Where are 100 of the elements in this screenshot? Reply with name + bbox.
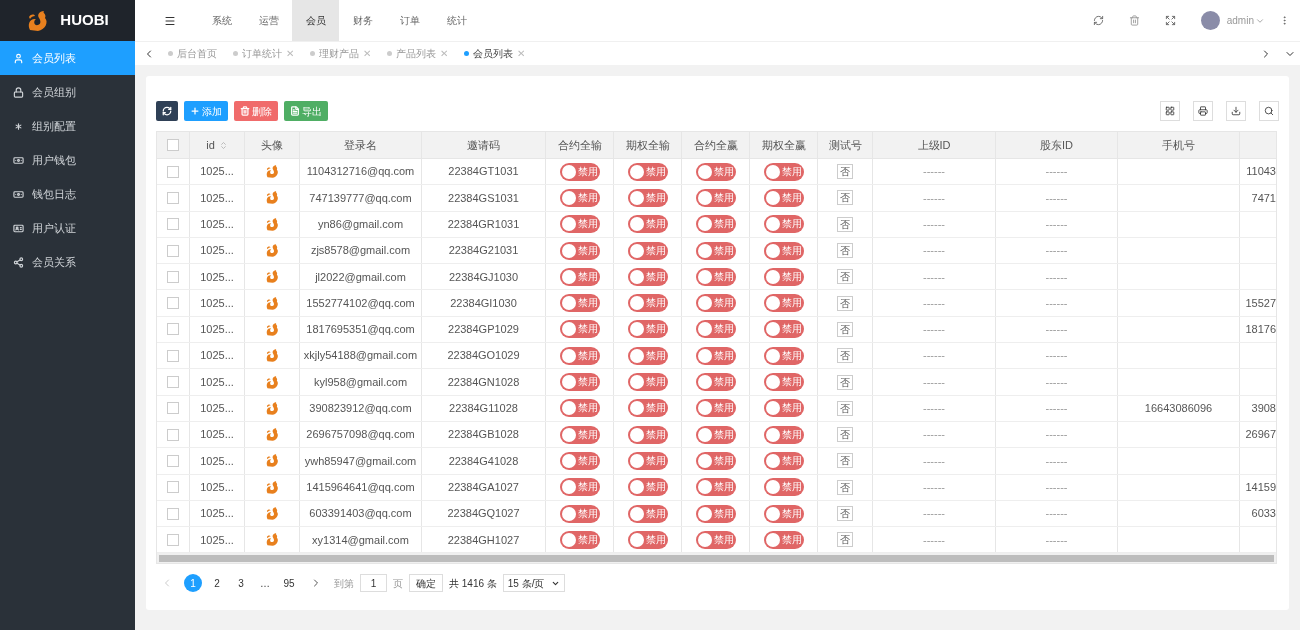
- page-tab[interactable]: 产品列表 ✕: [382, 46, 453, 61]
- toggle-switch[interactable]: 禁用: [695, 425, 736, 444]
- close-button[interactable]: ✕: [286, 46, 294, 61]
- toggle-switch[interactable]: 禁用: [695, 162, 736, 181]
- close-button[interactable]: ✕: [363, 46, 371, 61]
- toggle-switch[interactable]: 禁用: [763, 162, 804, 181]
- toggle-switch[interactable]: 禁用: [559, 294, 600, 313]
- sidebar-item[interactable]: 会员关系: [0, 245, 135, 279]
- page-number[interactable]: 1: [184, 574, 202, 593]
- fullscreen-icon[interactable]: [1164, 15, 1176, 26]
- toggle-switch[interactable]: 禁用: [627, 425, 668, 444]
- page-number[interactable]: 95: [280, 574, 298, 593]
- toggle-switch[interactable]: 禁用: [695, 294, 736, 313]
- toggle-switch[interactable]: 禁用: [627, 320, 668, 339]
- top-menu-item[interactable]: 系统: [198, 0, 245, 41]
- trash-icon[interactable]: [1128, 15, 1140, 26]
- checkbox[interactable]: [167, 323, 179, 336]
- toggle-switch[interactable]: 禁用: [627, 267, 668, 286]
- toggle-switch[interactable]: 禁用: [627, 504, 668, 523]
- toggle-switch[interactable]: 禁用: [627, 346, 668, 365]
- toggle-switch[interactable]: 禁用: [627, 215, 668, 234]
- toggle-switch[interactable]: 禁用: [695, 504, 736, 523]
- checkbox[interactable]: [167, 481, 179, 494]
- toggle-switch[interactable]: 禁用: [695, 320, 736, 339]
- toggle-switch[interactable]: 禁用: [627, 188, 668, 207]
- toggle-switch[interactable]: 禁用: [627, 478, 668, 497]
- toggle-switch[interactable]: 禁用: [695, 346, 736, 365]
- checkbox[interactable]: [167, 270, 179, 283]
- toggle-switch[interactable]: 禁用: [763, 399, 804, 418]
- sort-icon[interactable]: [218, 140, 228, 150]
- toggle-switch[interactable]: 禁用: [627, 399, 668, 418]
- close-button[interactable]: ✕: [517, 46, 525, 61]
- refresh-icon[interactable]: [1092, 15, 1104, 26]
- checkbox[interactable]: [167, 507, 179, 520]
- toggle-switch[interactable]: 禁用: [627, 451, 668, 470]
- toggle-switch[interactable]: 禁用: [627, 373, 668, 391]
- sidebar-item[interactable]: 会员列表: [0, 41, 135, 75]
- toggle-switch[interactable]: 禁用: [559, 399, 600, 418]
- page-tab[interactable]: 会员列表 ✕: [459, 46, 530, 61]
- checkbox[interactable]: [167, 376, 179, 388]
- sidebar-item[interactable]: 用户钱包: [0, 143, 135, 177]
- checkbox[interactable]: [167, 533, 179, 546]
- toggle-switch[interactable]: 禁用: [763, 188, 804, 207]
- page-tab[interactable]: 后台首页: [163, 46, 222, 61]
- horizontal-scrollbar[interactable]: [157, 553, 1276, 564]
- toggle-switch[interactable]: 禁用: [695, 267, 736, 286]
- toggle-switch[interactable]: 禁用: [763, 504, 804, 523]
- sidebar-item[interactable]: 钱包日志: [0, 177, 135, 211]
- page-tab[interactable]: 理财产品 ✕: [305, 46, 376, 61]
- menu-icon[interactable]: [164, 14, 176, 27]
- toggle-switch[interactable]: 禁用: [763, 478, 804, 497]
- checkbox[interactable]: [167, 191, 179, 204]
- page-number[interactable]: 3: [232, 574, 250, 593]
- toggle-switch[interactable]: 禁用: [559, 188, 600, 207]
- search-button[interactable]: [1259, 101, 1279, 121]
- toggle-switch[interactable]: 禁用: [559, 215, 600, 234]
- toggle-switch[interactable]: 禁用: [559, 320, 600, 339]
- checkbox[interactable]: [167, 297, 179, 310]
- toggle-switch[interactable]: 禁用: [559, 346, 600, 365]
- toggle-switch[interactable]: 禁用: [559, 373, 600, 391]
- toggle-switch[interactable]: 禁用: [763, 373, 804, 391]
- toggle-switch[interactable]: 禁用: [695, 530, 736, 549]
- sidebar-item[interactable]: 组别配置: [0, 109, 135, 143]
- toggle-switch[interactable]: 禁用: [695, 373, 736, 391]
- toggle-switch[interactable]: 禁用: [763, 425, 804, 444]
- user-name[interactable]: admin: [1226, 13, 1254, 28]
- refresh-button[interactable]: [156, 101, 178, 121]
- export-button[interactable]: [1226, 101, 1246, 121]
- toggle-switch[interactable]: 禁用: [559, 504, 600, 523]
- toggle-switch[interactable]: 禁用: [763, 241, 804, 260]
- checkbox[interactable]: [167, 244, 179, 257]
- top-menu-item[interactable]: 订单: [386, 0, 433, 41]
- toggle-switch[interactable]: 禁用: [695, 215, 736, 234]
- toggle-switch[interactable]: 禁用: [559, 530, 600, 549]
- toggle-switch[interactable]: 禁用: [627, 162, 668, 181]
- toggle-switch[interactable]: 禁用: [627, 530, 668, 549]
- checkbox[interactable]: [167, 454, 179, 467]
- toggle-switch[interactable]: 禁用: [763, 346, 804, 365]
- checkbox[interactable]: [167, 402, 179, 415]
- checkbox[interactable]: [167, 139, 179, 151]
- page-tab[interactable]: 订单统计 ✕: [228, 46, 299, 61]
- toggle-switch[interactable]: 禁用: [763, 320, 804, 339]
- toggle-switch[interactable]: 禁用: [559, 478, 600, 497]
- top-menu-item[interactable]: 财务: [339, 0, 386, 41]
- top-menu-item[interactable]: 统计: [433, 0, 480, 41]
- page-input[interactable]: 1: [360, 574, 387, 593]
- toggle-switch[interactable]: 禁用: [695, 399, 736, 418]
- delete-button[interactable]: 删除: [234, 101, 278, 121]
- checkbox[interactable]: [167, 428, 179, 441]
- toggle-switch[interactable]: 禁用: [559, 425, 600, 444]
- print-button[interactable]: [1193, 101, 1213, 121]
- toggle-switch[interactable]: 禁用: [695, 241, 736, 260]
- page-size-select[interactable]: 15 条/页: [502, 574, 565, 593]
- confirm-button[interactable]: 确定: [409, 574, 443, 593]
- sidebar-item[interactable]: 会员组别: [0, 75, 135, 109]
- top-menu-item[interactable]: 运营: [245, 0, 292, 41]
- toggle-switch[interactable]: 禁用: [763, 294, 804, 313]
- top-menu-item[interactable]: 会员: [292, 0, 339, 41]
- checkbox[interactable]: [167, 349, 179, 362]
- toggle-switch[interactable]: 禁用: [763, 267, 804, 286]
